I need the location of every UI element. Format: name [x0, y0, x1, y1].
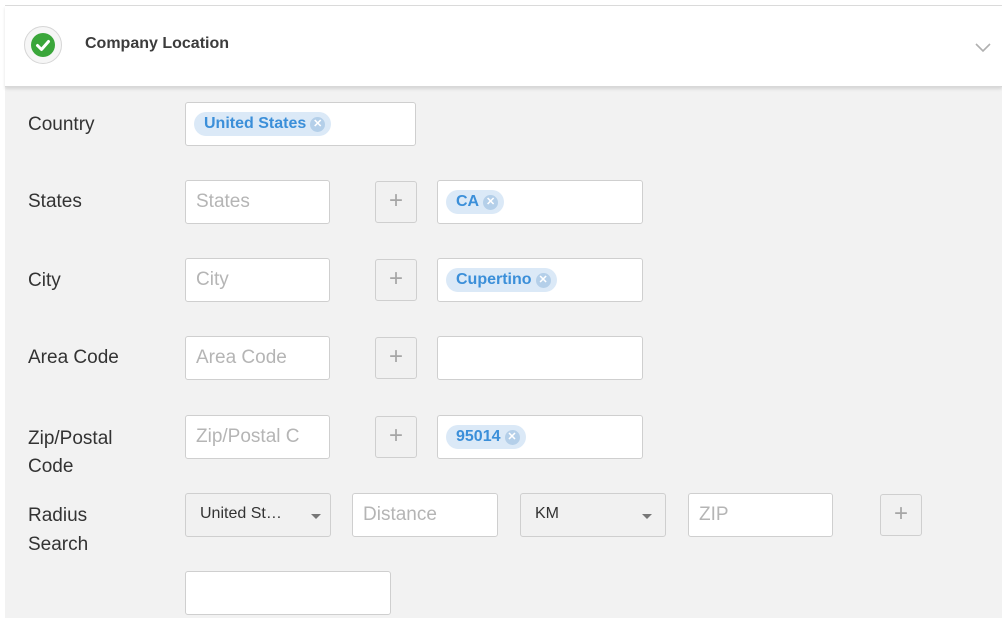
add-city-button[interactable]: +: [375, 259, 417, 301]
section-header[interactable]: Company Location: [5, 6, 1002, 87]
add-zip-button[interactable]: +: [375, 416, 417, 458]
caret-down-icon: [642, 514, 652, 519]
country-input[interactable]: United States ✕: [185, 102, 416, 146]
city-label: City: [28, 270, 61, 291]
state-tag: CA ✕: [446, 190, 505, 214]
company-location-panel: Company Location Country United States ✕ …: [5, 5, 1002, 618]
radius-country-select[interactable]: United St…: [185, 493, 331, 537]
states-text-field[interactable]: [186, 181, 329, 223]
zip-text-field[interactable]: [186, 416, 329, 458]
radius-selected-box[interactable]: [185, 571, 391, 615]
country-tag: United States ✕: [194, 112, 332, 136]
unit-value: KM: [535, 505, 559, 522]
tag-text: United States: [204, 115, 307, 132]
tag-text: CA: [456, 193, 480, 210]
section-title: Company Location: [85, 35, 230, 52]
close-icon[interactable]: ✕: [504, 430, 520, 445]
states-input[interactable]: [185, 180, 330, 224]
city-text-field[interactable]: [186, 259, 329, 301]
states-selected-box[interactable]: CA ✕: [437, 180, 643, 224]
area-code-selected-box[interactable]: [437, 336, 643, 380]
close-icon[interactable]: ✕: [483, 195, 499, 210]
check-circle-icon: [24, 26, 62, 64]
radius-label-line2: Search: [28, 534, 89, 555]
zip-input[interactable]: [185, 415, 330, 459]
radius-label-line1: Radius: [28, 505, 88, 526]
close-icon[interactable]: ✕: [535, 273, 551, 288]
states-label: States: [28, 191, 82, 212]
add-state-button[interactable]: +: [375, 181, 417, 223]
distance-input[interactable]: [352, 493, 498, 537]
city-selected-box[interactable]: Cupertino ✕: [437, 258, 643, 302]
area-code-input[interactable]: [185, 336, 330, 380]
chevron-down-icon[interactable]: [975, 41, 991, 53]
zip-label-line2: Code: [28, 456, 74, 477]
country-label: Country: [28, 114, 95, 135]
city-tag: Cupertino ✕: [446, 268, 557, 292]
add-area-code-button[interactable]: +: [375, 337, 417, 379]
add-radius-button[interactable]: +: [880, 494, 922, 536]
zip-tag: 95014 ✕: [446, 425, 526, 449]
radius-zip-text-field[interactable]: [689, 494, 832, 536]
area-code-label: Area Code: [28, 347, 119, 368]
distance-text-field[interactable]: [353, 494, 497, 536]
radius-country-value: United St…: [200, 505, 282, 522]
caret-down-icon: [311, 514, 321, 519]
unit-select[interactable]: KM: [520, 493, 666, 537]
zip-selected-box[interactable]: 95014 ✕: [437, 415, 643, 459]
tag-text: Cupertino: [456, 271, 532, 288]
tag-text: 95014: [456, 428, 501, 445]
zip-label-line1: Zip/Postal: [28, 428, 113, 449]
area-code-text-field[interactable]: [186, 337, 329, 379]
city-input[interactable]: [185, 258, 330, 302]
close-icon[interactable]: ✕: [310, 117, 326, 132]
radius-zip-input[interactable]: [688, 493, 833, 537]
